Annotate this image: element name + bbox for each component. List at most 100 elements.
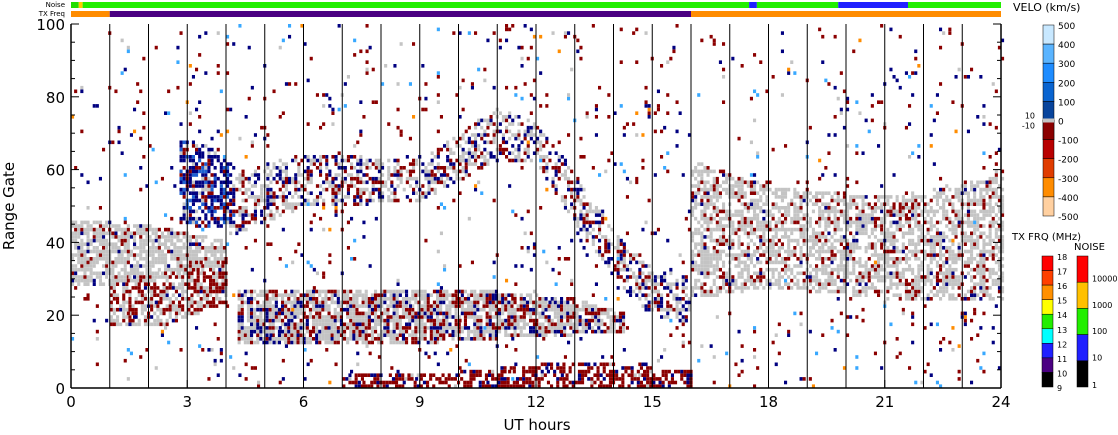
scatter-cell xyxy=(756,286,760,290)
scatter-cell xyxy=(467,158,471,163)
scatter-cell xyxy=(587,304,591,308)
scatter-cell xyxy=(411,333,415,337)
scatter-cell xyxy=(114,257,118,261)
scatter-cell xyxy=(504,293,508,297)
scatter-cell xyxy=(193,282,197,286)
scatter-cell xyxy=(615,373,619,377)
scatter-cell xyxy=(470,304,474,308)
scatter-cell xyxy=(566,307,570,312)
scatter-cell xyxy=(746,242,750,246)
scatter-cell xyxy=(824,271,828,276)
scatter-cell xyxy=(218,297,222,301)
scatter-cell xyxy=(324,300,328,305)
scatter-cell xyxy=(319,155,323,159)
scatter-cell xyxy=(880,195,884,199)
scatter-cell xyxy=(414,329,418,334)
scatter-cell xyxy=(467,326,471,330)
scatter-cell xyxy=(519,293,523,297)
scatter-cell xyxy=(237,311,241,316)
scatter-cell xyxy=(80,264,84,268)
scatter-cell xyxy=(827,202,831,206)
scatter-cell xyxy=(284,307,288,312)
scatter-cell xyxy=(383,300,387,305)
scatter-cell xyxy=(367,300,371,305)
scatter-cell xyxy=(539,140,543,145)
scatter-cell xyxy=(407,377,411,381)
scatter-cell xyxy=(414,315,418,319)
scatter-cell xyxy=(232,220,236,225)
scatter-cell xyxy=(799,227,803,232)
scatter-cell xyxy=(195,242,199,246)
scatter-cell xyxy=(284,173,288,177)
scatter-cell xyxy=(560,333,564,337)
scatter-cell xyxy=(709,195,713,199)
scatter-cell xyxy=(477,155,481,159)
scatter-cell xyxy=(686,377,690,381)
scatter-cell xyxy=(337,173,341,177)
scatter-cell xyxy=(436,311,440,316)
scatter-cell xyxy=(598,253,602,257)
scatter-cell xyxy=(318,322,322,327)
scatter-cell xyxy=(98,282,102,286)
scatter-cell xyxy=(474,147,478,152)
scatter-cell xyxy=(260,220,264,225)
scatter-cell xyxy=(195,144,199,148)
scatter-cell xyxy=(377,315,381,319)
scatter-cell xyxy=(448,333,452,337)
scatter-cell xyxy=(83,267,87,272)
scatter-cell xyxy=(467,300,471,305)
scatter-cell xyxy=(443,184,447,188)
scatter-cell xyxy=(235,227,239,232)
scatter-cell xyxy=(333,333,337,337)
scatter-cell xyxy=(293,326,297,330)
scatter-cell xyxy=(112,289,116,294)
scatter-cell xyxy=(497,373,501,377)
scatter-cell xyxy=(299,333,303,337)
scatter-cell xyxy=(759,246,763,250)
scatter-cell xyxy=(229,162,233,166)
scatter-cell xyxy=(585,209,589,214)
scatter-cell xyxy=(105,224,109,228)
scatter-cell xyxy=(737,220,741,225)
scatter-cell xyxy=(424,169,428,174)
scatter-cell xyxy=(195,198,199,203)
scatter-cell xyxy=(749,198,753,203)
scatter-cell xyxy=(195,224,199,228)
scatter-cell xyxy=(125,315,129,319)
scatter-cell xyxy=(204,253,208,257)
scatter-cell xyxy=(540,369,544,374)
scatter-cell xyxy=(489,115,493,119)
scatter-cell xyxy=(126,235,130,239)
scatter-cell xyxy=(312,293,316,297)
scatter-cell xyxy=(221,271,225,276)
scatter-cell xyxy=(537,366,541,370)
scatter-cell xyxy=(136,278,140,283)
scatter-cell xyxy=(213,220,217,225)
scatter-cell xyxy=(488,293,492,297)
scatter-cell xyxy=(467,333,471,337)
scatter-cell xyxy=(808,282,812,286)
scatter-cell xyxy=(836,267,840,272)
scatter-cell xyxy=(539,155,543,159)
scatter-cell xyxy=(510,300,514,305)
scatter-cell xyxy=(116,307,120,312)
scatter-cell xyxy=(306,173,310,177)
scatter-cell xyxy=(205,304,209,308)
scatter-cell xyxy=(188,209,192,214)
scatter-cell xyxy=(315,326,319,330)
scatter-cell xyxy=(861,206,865,210)
scatter-cell xyxy=(305,329,309,334)
scatter-cell xyxy=(122,315,126,319)
scatter-cell xyxy=(700,253,704,257)
scatter-cell xyxy=(706,216,710,221)
scatter-cell xyxy=(216,220,220,225)
scatter-cell xyxy=(694,206,698,210)
scatter-cell xyxy=(364,329,368,334)
scatter-cell xyxy=(312,198,316,203)
scatter-cell xyxy=(647,278,651,283)
scatter-cell xyxy=(219,246,223,250)
scatter-cell xyxy=(684,307,688,312)
scatter-cell xyxy=(165,278,169,283)
scatter-cell xyxy=(436,151,440,155)
scatter-cell xyxy=(215,297,219,301)
